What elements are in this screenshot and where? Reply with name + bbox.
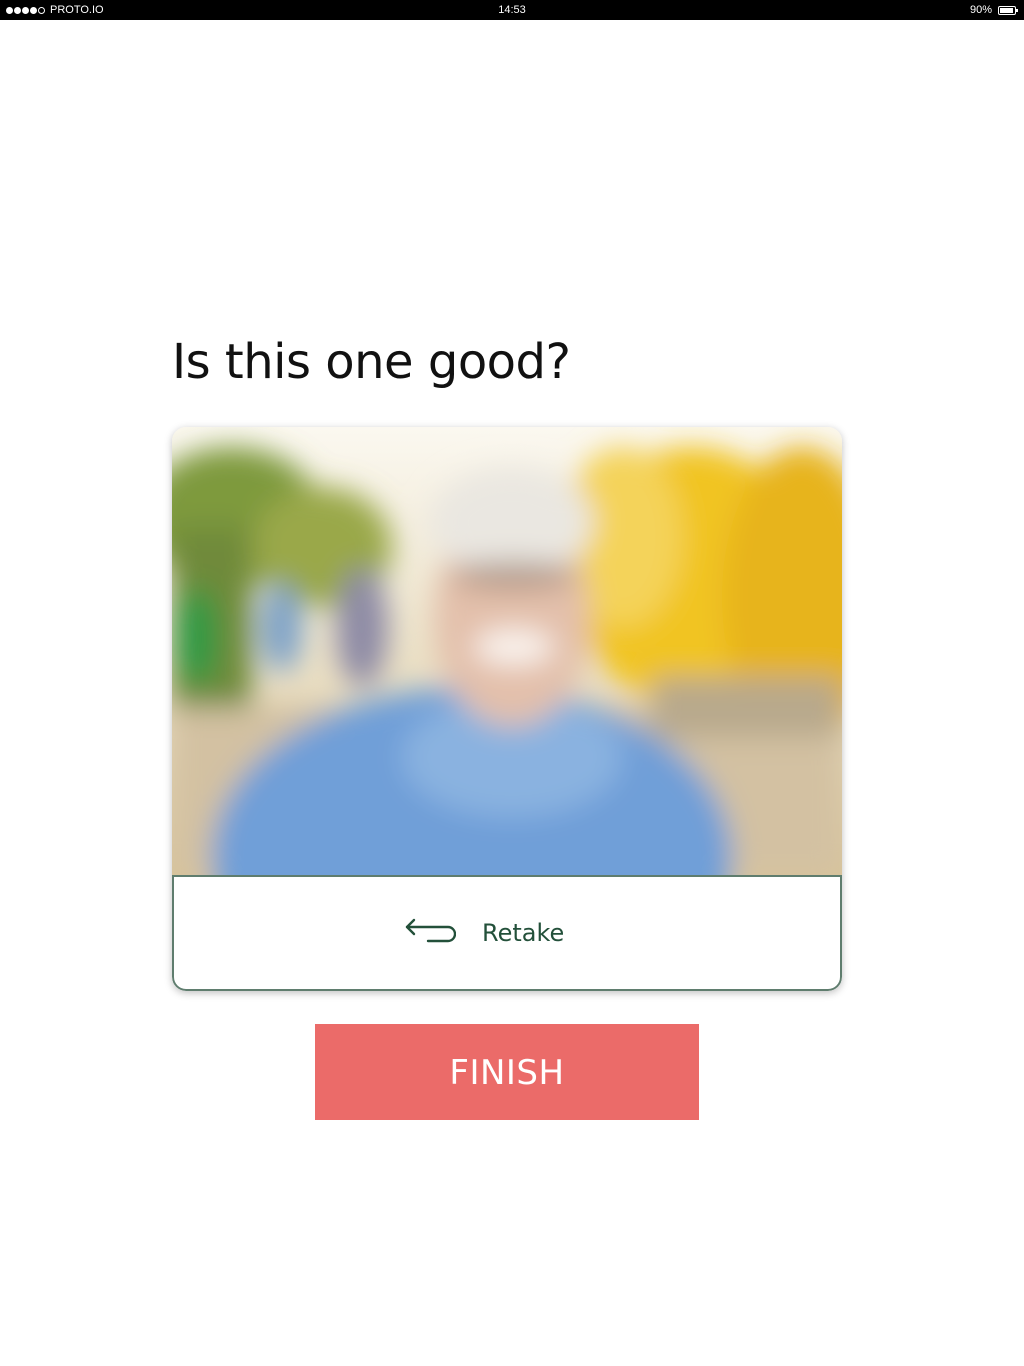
status-bar: PROTO.IO 14:53 90%	[0, 0, 1024, 20]
battery-icon	[998, 5, 1018, 15]
status-time: 14:53	[498, 4, 526, 16]
retake-button[interactable]: Retake	[404, 909, 564, 957]
battery-fill	[1000, 7, 1013, 13]
page-title: Is this one good?	[172, 334, 571, 390]
status-right: 90%	[969, 0, 1018, 20]
photo-image	[172, 427, 842, 875]
battery-percent: 90%	[969, 4, 992, 16]
retake-label: Retake	[482, 919, 565, 947]
photo-card: Retake	[172, 427, 842, 991]
return-arrow-icon	[405, 918, 456, 943]
finish-button[interactable]: FINISH	[315, 1024, 699, 1120]
battery-tip	[1016, 8, 1018, 12]
retake-area: Retake	[172, 875, 842, 991]
captured-photo	[172, 427, 842, 875]
